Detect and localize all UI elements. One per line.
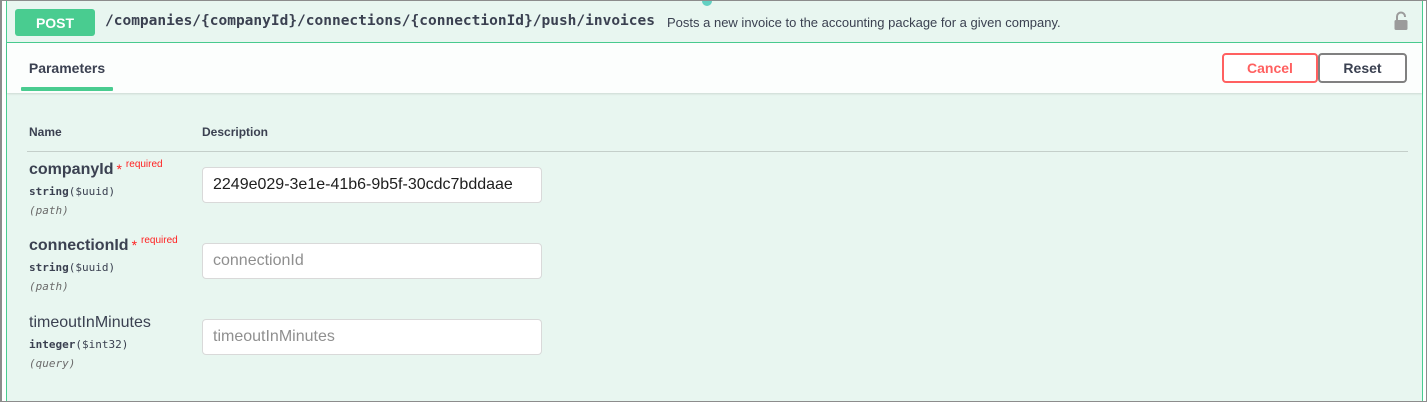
reset-button[interactable]: Reset	[1318, 53, 1407, 83]
param-companyid: companyId * required string($uuid) (path)	[29, 159, 163, 217]
param-type: string($uuid)	[29, 261, 116, 274]
tab-parameters[interactable]: Parameters	[21, 43, 113, 93]
param-location: (path)	[29, 280, 69, 293]
table-divider	[27, 151, 1408, 152]
param-location: (query)	[29, 357, 76, 370]
companyid-input[interactable]	[202, 167, 542, 203]
operation-block: POST /companies/{companyId}/connections/…	[6, 1, 1423, 401]
column-header-description: Description	[202, 125, 269, 139]
required-label: required	[125, 159, 163, 170]
param-name: connectionId * required	[29, 235, 178, 254]
operation-summary[interactable]: POST /companies/{companyId}/connections/…	[7, 1, 1422, 43]
connectionid-input[interactable]	[202, 243, 542, 279]
param-location: (path)	[29, 204, 69, 217]
param-type: integer($int32)	[29, 338, 129, 351]
app-frame: POST /companies/{companyId}/connections/…	[0, 0, 1427, 402]
method-badge: POST	[15, 9, 95, 36]
cancel-button[interactable]: Cancel	[1222, 53, 1318, 83]
required-star: *	[131, 237, 138, 253]
scroll-indicator	[702, 1, 712, 6]
operation-description: Posts a new invoice to the accounting pa…	[667, 15, 1061, 30]
required-label: required	[141, 235, 178, 246]
param-timeoutinminutes: timeoutInMinutes integer($int32) (query)	[29, 314, 151, 370]
lock-icon[interactable]	[1393, 11, 1409, 31]
param-name: timeoutInMinutes	[29, 314, 151, 331]
operation-path: /companies/{companyId}/connections/{conn…	[105, 13, 655, 29]
param-type: string($uuid)	[29, 185, 116, 198]
param-name: companyId * required	[29, 159, 163, 178]
parameters-header: Parameters Cancel Reset	[7, 43, 1422, 93]
required-star: *	[116, 161, 122, 177]
column-header-name: Name	[29, 125, 62, 139]
active-tab-indicator	[21, 87, 113, 91]
param-connectionid: connectionId * required string($uuid) (pat…	[29, 235, 178, 293]
timeoutinminutes-input[interactable]	[202, 319, 542, 355]
